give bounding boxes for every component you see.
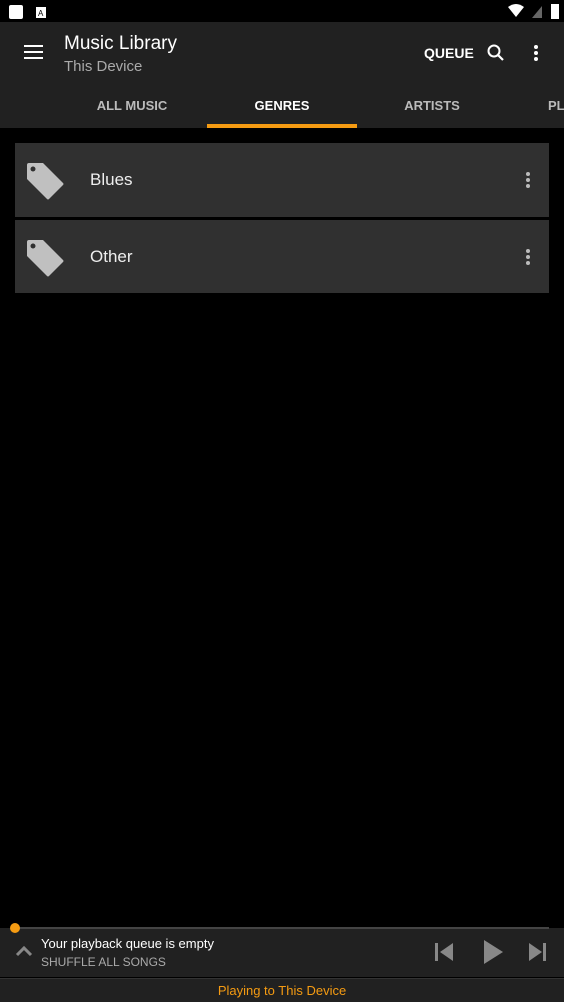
next-icon[interactable] — [528, 942, 548, 962]
tab-playlists[interactable]: PL — [548, 98, 564, 113]
progress-track[interactable] — [15, 927, 549, 929]
notification-icons: A — [9, 5, 46, 19]
queue-button[interactable]: QUEUE — [424, 45, 474, 61]
tab-genres[interactable]: GENRES — [207, 98, 357, 113]
active-tab-indicator — [207, 124, 357, 128]
expand-icon[interactable] — [15, 945, 33, 957]
queue-status: Your playback queue is empty — [41, 936, 214, 951]
tag-icon — [27, 240, 64, 277]
more-options-icon[interactable] — [532, 44, 540, 62]
progress-thumb[interactable] — [10, 923, 20, 933]
status-bar: A — [0, 0, 564, 22]
genre-row[interactable]: Blues — [15, 143, 549, 217]
search-icon[interactable] — [486, 43, 506, 63]
shuffle-all-button[interactable]: SHUFFLE ALL SONGS — [41, 955, 166, 969]
app-bar: Music Library This Device QUEUE S ALL MU… — [0, 22, 564, 128]
genre-label: Blues — [90, 170, 133, 189]
tab-artists[interactable]: ARTISTS — [357, 98, 507, 113]
cast-status[interactable]: Playing to This Device — [0, 978, 564, 1002]
tab-prev[interactable]: S — [0, 98, 10, 113]
more-options-icon[interactable] — [525, 248, 531, 266]
genre-row[interactable]: Other — [15, 220, 549, 293]
tab-all-music[interactable]: ALL MUSIC — [57, 98, 207, 113]
tag-icon — [27, 163, 64, 200]
page-title: Music Library — [64, 33, 177, 54]
page-subtitle: This Device — [64, 58, 143, 75]
play-icon[interactable] — [482, 939, 504, 965]
more-options-icon[interactable] — [525, 171, 531, 189]
genre-label: Other — [90, 247, 133, 266]
previous-icon[interactable] — [434, 942, 454, 962]
system-status-icons — [508, 4, 559, 19]
svg-text:A: A — [38, 9, 44, 18]
menu-icon[interactable] — [24, 44, 44, 60]
